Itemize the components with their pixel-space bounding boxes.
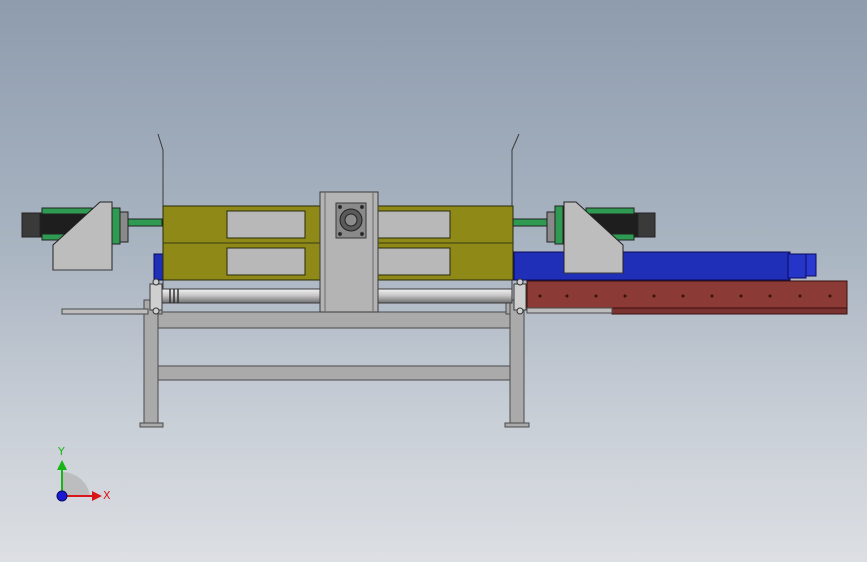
beam-window-top-right <box>371 210 451 239</box>
rail-hole <box>768 294 772 298</box>
rail-hole <box>710 294 714 298</box>
rail-hole <box>681 294 685 298</box>
rail-hole <box>565 294 569 298</box>
left-mount-flange <box>111 207 121 245</box>
rail-base-plate <box>526 307 613 314</box>
beam-window-bottom-right <box>371 247 451 276</box>
rail-hole <box>828 294 832 298</box>
frame-lower-rail <box>147 365 525 381</box>
y-axis-arrowhead <box>57 460 67 470</box>
coordinate-triad: Y X <box>56 445 111 502</box>
base-frame <box>139 299 530 428</box>
rail-hole <box>739 294 743 298</box>
right-cylinder-endcap <box>637 212 656 238</box>
right-bearing-housing <box>513 283 527 311</box>
center-gearbox <box>319 191 379 313</box>
triad-rotation-arc <box>62 471 90 496</box>
left-cylinder-green-top <box>41 207 93 215</box>
frame-right-foot <box>504 422 530 428</box>
frame-left-foot <box>139 422 164 428</box>
cad-viewport[interactable]: Y X <box>0 0 867 562</box>
frame-upper-rail <box>147 311 525 329</box>
frame-left-leg <box>143 299 159 425</box>
right-cylinder-green-top <box>585 207 635 215</box>
rail-hole <box>798 294 802 298</box>
y-axis-label: Y <box>57 445 65 458</box>
rail-hole <box>594 294 598 298</box>
z-axis-marker <box>56 490 68 502</box>
right-blue-actuator <box>513 251 791 281</box>
left-bearing-bolt-bottom <box>152 307 160 315</box>
rail-hole <box>623 294 627 298</box>
beam-window-top-left <box>226 210 306 239</box>
right-blue-endcap <box>787 253 807 279</box>
left-bearing-bolt-top <box>152 278 160 286</box>
right-bearing-bolt-top <box>516 278 524 286</box>
left-cylinder-assembly <box>21 201 163 271</box>
left-mount-plate <box>119 211 129 243</box>
beam-window-bottom-left <box>226 247 306 276</box>
rail-hole <box>652 294 656 298</box>
left-bearing-housing <box>149 283 163 311</box>
rail-lower-step <box>611 307 848 315</box>
x-axis-label: X <box>103 489 111 502</box>
left-cylinder-endcap <box>21 212 41 238</box>
rail-hole <box>538 294 542 298</box>
red-guide-rail <box>526 280 848 315</box>
right-bearing-bolt-bottom <box>516 307 524 315</box>
left-base-plate <box>61 308 149 315</box>
frame-right-leg <box>509 299 525 425</box>
x-axis-arrowhead <box>92 491 102 501</box>
left-piston-rod <box>127 218 163 227</box>
right-blue-endcap-2 <box>805 253 817 277</box>
right-mount-flange <box>554 205 564 245</box>
right-mount-plate <box>546 211 556 243</box>
machine-assembly-view: Y X <box>21 133 848 502</box>
right-piston-rod <box>512 218 548 227</box>
